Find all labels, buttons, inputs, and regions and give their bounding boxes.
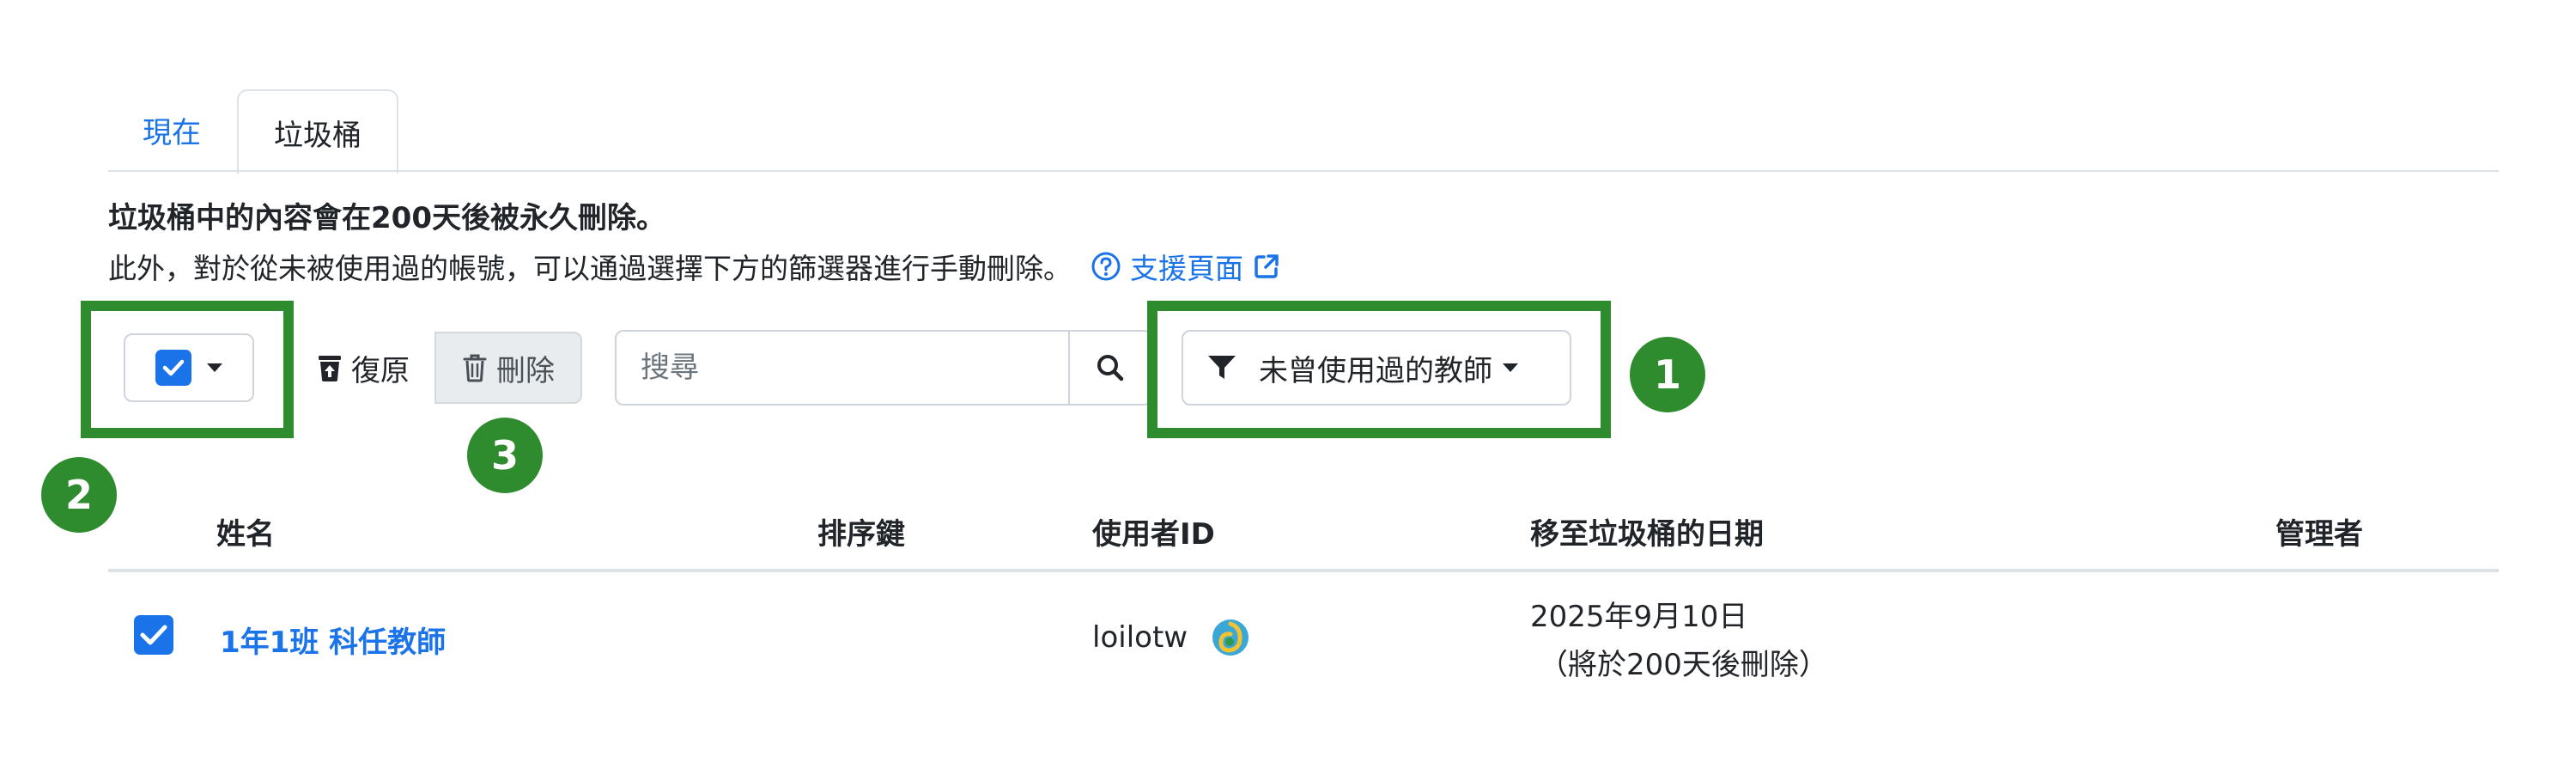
support-page-label: 支援頁面 xyxy=(1130,252,1243,285)
search-button[interactable] xyxy=(1068,332,1151,404)
manual-delete-text: 此外，對於從未被使用過的帳號，可以通過選擇下方的篩選器進行手動刪除。 xyxy=(108,252,1072,285)
restore-button[interactable]: 復原 xyxy=(294,332,433,404)
delete-button[interactable]: 刪除 xyxy=(434,332,582,404)
search-input[interactable] xyxy=(617,332,1068,404)
search-icon xyxy=(1097,355,1124,381)
row-checkbox[interactable] xyxy=(134,615,173,655)
support-page-link[interactable]: 支援頁面 xyxy=(1091,246,1281,287)
search-box xyxy=(615,330,1152,406)
restore-icon xyxy=(319,356,341,381)
user-id-cell: loilotw xyxy=(1092,619,1249,656)
tab-now[interactable]: 現在 xyxy=(108,89,235,170)
tab-trash[interactable]: 垃圾桶 xyxy=(237,89,398,174)
trash-date-cell: 2025年9月10日 （將於200天後刪除） xyxy=(1530,593,1828,689)
column-header-sort-key[interactable]: 排序鍵 xyxy=(817,510,905,552)
annotation-badge-2: 2 xyxy=(41,457,117,533)
annotation-badge-1: 1 xyxy=(1630,337,1705,412)
restore-label: 復原 xyxy=(351,353,410,388)
table-header-divider xyxy=(108,569,2499,572)
user-id-value: loilotw xyxy=(1092,620,1188,655)
external-link-icon xyxy=(1255,254,1279,278)
trash-icon xyxy=(463,354,487,382)
column-header-name[interactable]: 姓名 xyxy=(216,510,275,552)
trash-date: 2025年9月10日 xyxy=(1530,600,1748,634)
annotation-box-filter xyxy=(1147,301,1611,438)
delete-label: 刪除 xyxy=(496,353,555,388)
deletion-schedule-note: （將於200天後刪除） xyxy=(1539,648,1828,682)
annotation-badge-3: 3 xyxy=(467,418,543,493)
loilo-account-icon xyxy=(1212,619,1249,656)
manual-delete-note: 此外，對於從未被使用過的帳號，可以通過選擇下方的篩選器進行手動刪除。 支援頁面 xyxy=(108,246,1281,287)
column-header-trash-date[interactable]: 移至垃圾桶的日期 xyxy=(1530,510,1764,552)
column-header-user-id[interactable]: 使用者ID xyxy=(1092,510,1215,552)
user-name-link[interactable]: 1年1班 科任教師 xyxy=(220,619,446,661)
tab-divider xyxy=(108,170,2499,172)
annotation-box-select xyxy=(81,301,294,438)
column-header-admin[interactable]: 管理者 xyxy=(2275,510,2363,552)
trash-retention-notice: 垃圾桶中的內容會在200天後被永久刪除。 xyxy=(108,201,665,235)
help-circle-icon xyxy=(1091,252,1121,281)
